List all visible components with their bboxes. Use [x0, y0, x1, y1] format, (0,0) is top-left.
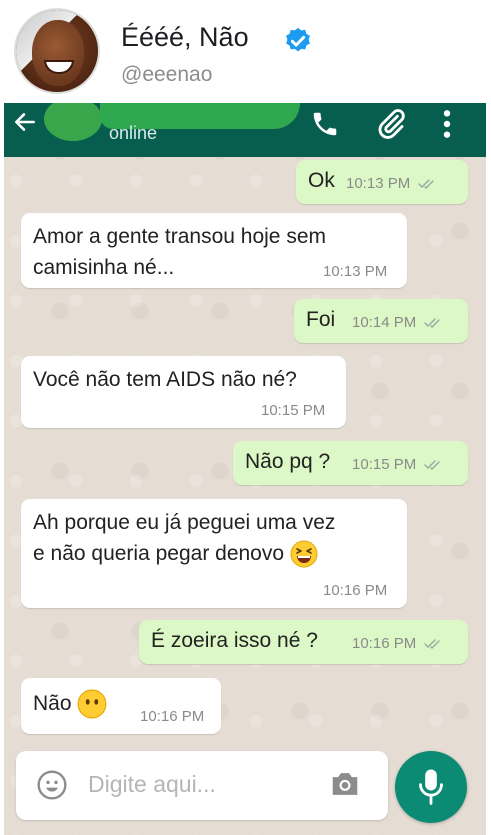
post-header: Éééé, Não @eeenao [0, 0, 491, 103]
message-line: camisinha né... [33, 256, 175, 279]
read-ticks-icon [424, 460, 441, 471]
message-line: Ah porque eu já peguei uma vez [33, 511, 336, 534]
message-bubble-incoming[interactable]: Não 10:16 PM [21, 678, 221, 734]
message-time: 10:16 PM [352, 635, 446, 652]
paperclip-icon[interactable] [374, 107, 408, 141]
message-line: Amor a gente transou hoje sem [33, 225, 326, 248]
laughing-emoji-icon [290, 540, 318, 568]
message-text: É zoeira isso né ? [151, 629, 318, 652]
contact-avatar[interactable] [44, 103, 102, 141]
message-text: Foi [306, 308, 336, 331]
chat-screenshot: online Ok 10:13 PM Amor a gente transou … [4, 103, 486, 835]
message-time: 10:15 PM [261, 402, 326, 419]
message-text: Não [33, 688, 107, 719]
smiley-icon[interactable] [36, 769, 68, 801]
chat-header: online [4, 103, 486, 157]
microphone-icon [419, 769, 443, 805]
kebab-menu-icon[interactable] [440, 108, 454, 140]
message-text: Não pq ? [245, 450, 331, 473]
arrow-left-icon[interactable] [12, 109, 38, 135]
message-bubble-outgoing[interactable]: Foi 10:14 PM [294, 299, 468, 343]
message-bubble-incoming[interactable]: Você não tem AIDS não né? 10:15 PM [21, 356, 346, 428]
message-time: 10:14 PM [352, 314, 446, 331]
camera-icon[interactable] [328, 769, 362, 799]
no-mouth-emoji-icon [77, 689, 107, 719]
message-input-bar[interactable]: Digite aqui... [16, 751, 388, 820]
phone-icon[interactable] [310, 109, 340, 139]
message-time: 10:15 PM [352, 456, 446, 473]
verified-badge-icon [286, 27, 310, 52]
message-time: 10:13 PM [323, 263, 388, 280]
message-input[interactable]: Digite aqui... [88, 771, 216, 798]
message-bubble-outgoing[interactable]: Ok 10:13 PM [296, 160, 468, 204]
read-ticks-icon [424, 639, 441, 650]
message-time: 10:13 PM [346, 175, 440, 192]
profile-avatar[interactable] [14, 8, 100, 94]
message-text: Você não tem AIDS não né? [33, 368, 297, 391]
message-text: Amor a gente transou hoje sem camisinha … [33, 221, 326, 283]
display-name[interactable]: Éééé, Não [121, 22, 249, 53]
message-bubble-outgoing[interactable]: É zoeira isso né ? 10:16 PM [139, 620, 468, 664]
message-time: 10:16 PM [323, 582, 388, 599]
read-ticks-icon [418, 179, 435, 190]
read-ticks-icon [424, 318, 441, 329]
microphone-button[interactable] [395, 751, 467, 823]
user-handle[interactable]: @eeenao [121, 63, 212, 87]
message-text: Ah porque eu já peguei uma vez e não que… [33, 507, 335, 569]
message-line: e não queria pegar denovo [33, 542, 285, 565]
message-time: 10:16 PM [140, 708, 205, 725]
message-text: Ok [308, 169, 335, 192]
message-bubble-incoming[interactable]: Ah porque eu já peguei uma vez e não que… [21, 499, 407, 608]
contact-status: online [109, 123, 158, 143]
message-bubble-outgoing[interactable]: Não pq ? 10:15 PM [233, 441, 468, 485]
message-bubble-incoming[interactable]: Amor a gente transou hoje sem camisinha … [21, 213, 407, 288]
